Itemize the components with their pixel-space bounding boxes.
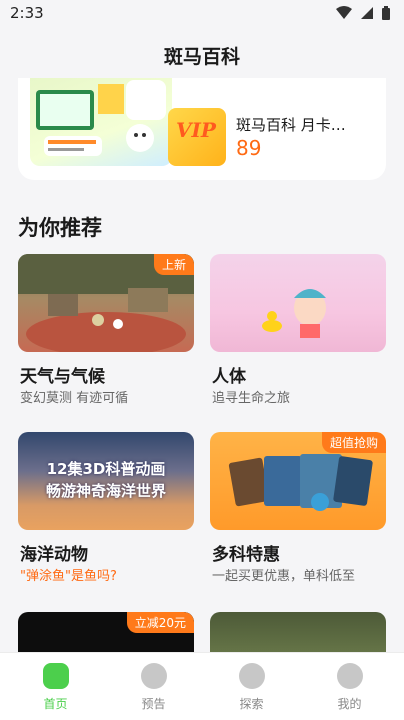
banner-illustration	[36, 80, 166, 156]
banner-card[interactable]: VIP 斑马百科 月卡… 89	[18, 78, 386, 180]
signal-icon	[361, 7, 373, 19]
profile-icon	[337, 663, 363, 689]
tab-label: 我的	[337, 697, 362, 711]
status-bar: 2:33	[0, 0, 404, 28]
tab-home[interactable]: 首页	[5, 653, 106, 720]
body-scene-illustration	[262, 289, 326, 338]
card-thumbnail[interactable]	[210, 254, 386, 352]
course-card-body[interactable]: 人体 追寻生命之旅	[210, 254, 386, 406]
thumbnail-subheadline: 畅游神奇海洋世界	[45, 482, 166, 500]
card-thumbnail[interactable]: 上新	[18, 254, 194, 352]
banner-promo-image[interactable]	[30, 78, 172, 166]
card-thumbnail[interactable]: 12集3D科普动画 畅游神奇海洋世界	[18, 432, 194, 530]
card-title[interactable]: 天气与气候	[20, 362, 105, 387]
battery-icon	[382, 6, 390, 20]
card-subtitle: 变幻莫测 有迹可循	[20, 391, 129, 406]
status-icons	[336, 6, 390, 20]
banner-product-name[interactable]: 斑马百科 月卡…	[236, 114, 346, 135]
vip-logo-text: VIP	[176, 118, 216, 142]
status-time: 2:33	[10, 4, 44, 22]
tab-label: 预告	[141, 697, 166, 711]
section-title: 为你推荐	[18, 216, 102, 240]
thumbnail-headline: 12集3D科普动画	[46, 460, 166, 478]
tab-profile[interactable]: 我的	[299, 653, 400, 720]
card-badge: 超值抢购	[321, 432, 386, 453]
card-badge: 上新	[153, 254, 194, 275]
card-subtitle: 追寻生命之旅	[212, 391, 291, 406]
home-icon	[43, 663, 69, 689]
title-bar: 斑马百科	[0, 28, 404, 78]
tab-label: 首页	[43, 697, 68, 711]
card-title[interactable]: 多科特惠	[212, 540, 280, 565]
compass-icon	[239, 663, 265, 689]
card-badge: 立减20元	[126, 612, 194, 633]
course-card-weather[interactable]: 上新 天气与气候 变幻莫测 有迹可循	[18, 254, 194, 406]
bottom-tab-bar: 首页 预告 探索 我的	[0, 652, 404, 720]
tab-preview[interactable]: 预告	[103, 653, 204, 720]
wifi-icon	[336, 6, 352, 19]
card-subtitle: "弹涂鱼"是鱼吗?	[20, 569, 117, 584]
tab-label: 探索	[239, 697, 264, 711]
card-title[interactable]: 人体	[212, 362, 246, 387]
vip-product-image[interactable]: VIP	[168, 108, 226, 166]
tab-explore[interactable]: 探索	[201, 653, 302, 720]
card-subtitle: 一起买更优惠，单科低至	[212, 569, 356, 584]
page-title: 斑马百科	[163, 46, 240, 68]
banner-price: 89	[236, 136, 262, 160]
course-card-bundle[interactable]: 超值抢购 多科特惠 一起买更优惠，单科低至	[210, 432, 386, 584]
clock-icon	[141, 663, 167, 689]
card-title[interactable]: 海洋动物	[20, 540, 88, 565]
card-thumbnail[interactable]: 超值抢购	[210, 432, 386, 530]
course-card-ocean[interactable]: 12集3D科普动画 畅游神奇海洋世界 海洋动物 "弹涂鱼"是鱼吗?	[18, 432, 194, 584]
